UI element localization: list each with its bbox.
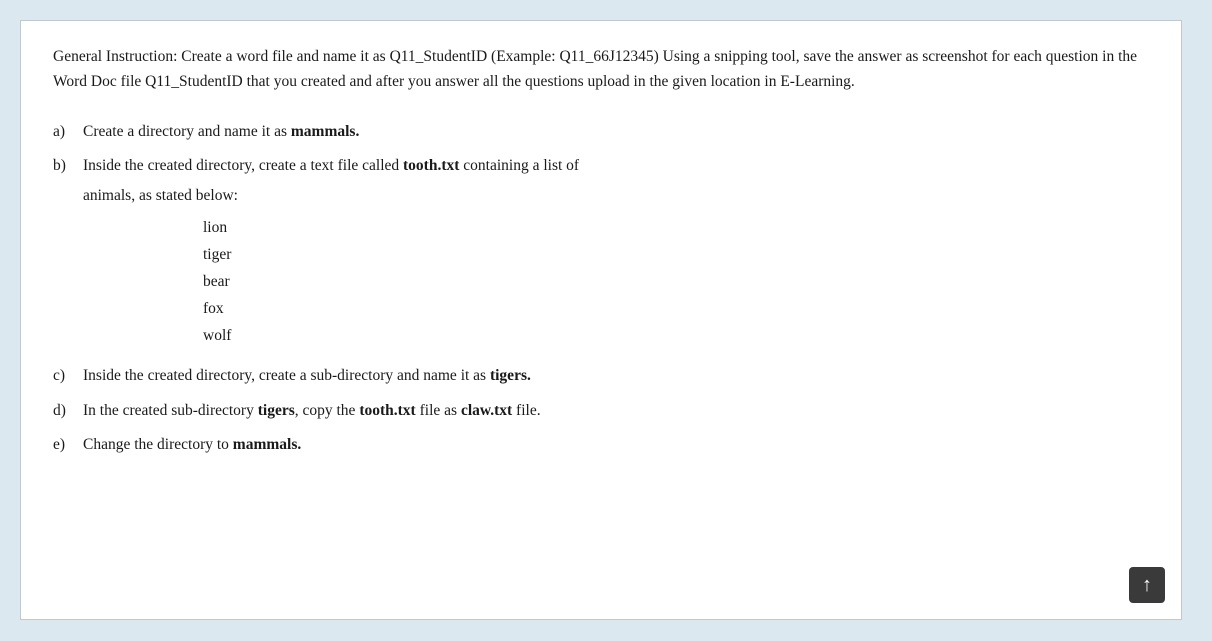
question-d: d) In the created sub-directory tigers, … xyxy=(53,398,1149,424)
content-area: General Instruction: Create a word file … xyxy=(20,20,1182,620)
animal-wolf: wolf xyxy=(203,322,231,349)
question-e: e) Change the directory to mammals. xyxy=(53,432,1149,458)
animals-list: lion tiger bear fox wolf xyxy=(203,214,238,350)
question-c-label: c) xyxy=(53,363,83,389)
question-a: a) Create a directory and name it as mam… xyxy=(53,119,1149,145)
animal-tiger: tiger xyxy=(203,241,231,268)
animal-bear: bear xyxy=(203,268,230,295)
question-d-text: In the created sub-directory tigers, cop… xyxy=(83,398,1149,424)
question-a-label: a) xyxy=(53,119,83,145)
page-container: General Instruction: Create a word file … xyxy=(0,0,1212,641)
question-b: b) Inside the created directory, create … xyxy=(53,153,1149,355)
question-e-label: e) xyxy=(53,432,83,458)
question-b-animals-block: animals, as stated below: lion tiger bea… xyxy=(83,179,238,355)
question-e-text: Change the directory to mammals. xyxy=(83,432,1149,458)
question-b-text: Inside the created directory, create a t… xyxy=(83,153,579,179)
question-c: c) Inside the created directory, create … xyxy=(53,363,1149,389)
animal-fox: fox xyxy=(203,295,224,322)
animals-intro: animals, as stated below: xyxy=(83,183,238,209)
question-b-label: b) xyxy=(53,153,83,179)
question-b-line1: b) Inside the created directory, create … xyxy=(53,153,579,179)
general-instruction-text: General Instruction: Create a word file … xyxy=(53,48,1137,90)
animal-lion: lion xyxy=(203,214,227,241)
scroll-up-button[interactable]: ↑ xyxy=(1129,567,1165,603)
question-c-text: Inside the created directory, create a s… xyxy=(83,363,1149,389)
question-a-text: Create a directory and name it as mammal… xyxy=(83,119,1149,145)
general-instruction: General Instruction: Create a word file … xyxy=(53,45,1149,95)
question-d-label: d) xyxy=(53,398,83,424)
questions-list: a) Create a directory and name it as mam… xyxy=(53,119,1149,459)
